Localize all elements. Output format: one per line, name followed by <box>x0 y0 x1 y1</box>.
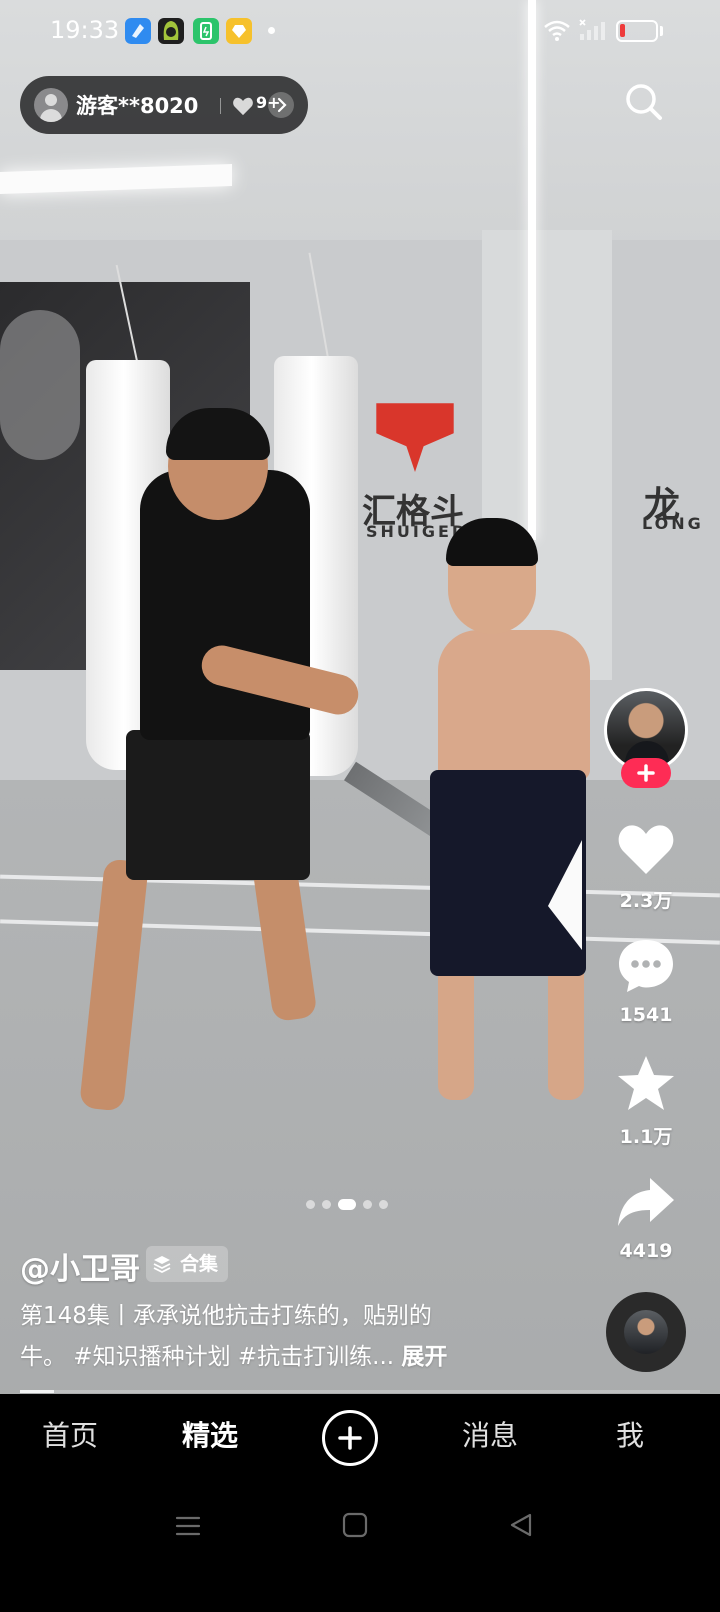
tab-messages[interactable]: 消息 <box>420 1414 560 1454</box>
kid-body <box>438 630 590 780</box>
layers-icon <box>153 1256 171 1274</box>
home-square-icon[interactable] <box>342 1512 368 1538</box>
collection-label: 合集 <box>180 1253 219 1275</box>
battery-level <box>620 24 626 37</box>
menu-icon[interactable] <box>174 1514 202 1538</box>
pager-dot <box>322 1199 331 1209</box>
back-triangle-icon[interactable] <box>508 1512 534 1538</box>
pager-dot <box>363 1199 372 1209</box>
tab-home[interactable]: 首页 <box>0 1414 140 1454</box>
tab-me[interactable]: 我 <box>560 1414 700 1454</box>
chevron-right-icon[interactable] <box>268 92 294 118</box>
app-blue-icon <box>125 18 151 44</box>
post-button[interactable] <box>322 1410 378 1466</box>
caption-line-1: 第148集丨承承说他抗击打练的，贴别的 <box>20 1303 432 1329</box>
wifi-icon <box>544 20 570 41</box>
light-strip <box>528 0 536 540</box>
plus-circle-icon <box>338 1426 362 1450</box>
status-bar: 19:33 <box>0 0 720 64</box>
video-progress-fill <box>20 1390 54 1393</box>
system-navigation-bar <box>0 1484 720 1612</box>
pager-dot <box>379 1199 388 1209</box>
guest-profile-pill[interactable]: 游客**8020 9+ <box>20 76 308 134</box>
battery-tip <box>660 26 663 36</box>
search-icon[interactable] <box>622 80 664 122</box>
guest-name: 游客**8020 <box>76 94 199 118</box>
like-count: 2.3万 <box>619 890 673 912</box>
like-heart-icon[interactable] <box>614 818 678 882</box>
follow-button[interactable] <box>621 758 671 788</box>
video-caption[interactable]: 第148集丨承承说他抗击打练的，贴别的 牛。 #知识播种计划 #抗击打训练...… <box>20 1296 580 1378</box>
coach-shorts <box>126 730 310 880</box>
pager-dot-active <box>338 1198 356 1210</box>
comment-count: 1541 <box>619 1004 673 1026</box>
avatar-icon <box>34 88 68 122</box>
poster-face <box>0 310 80 460</box>
author-name[interactable]: @小卫哥 <box>20 1244 140 1288</box>
battery-icon <box>616 20 658 42</box>
tab-featured[interactable]: 精选 <box>140 1414 280 1454</box>
video-progress-bar[interactable] <box>20 1390 700 1393</box>
share-count: 4419 <box>619 1240 673 1262</box>
kid-leg <box>438 960 474 1100</box>
image-pager <box>306 1198 388 1210</box>
expand-link[interactable]: 展开 <box>401 1344 447 1370</box>
signal-icon <box>579 19 605 40</box>
plus-icon <box>637 764 655 782</box>
music-disc-cover <box>624 1310 668 1354</box>
pager-dot <box>306 1199 315 1209</box>
app-yellow-heart-icon <box>226 18 252 44</box>
app-green-icon <box>193 18 219 44</box>
heart-icon <box>233 97 253 116</box>
pill-divider <box>220 98 221 114</box>
kid-leg <box>548 960 584 1100</box>
favorite-star-icon[interactable] <box>614 1052 678 1116</box>
status-time: 19:33 <box>50 16 120 44</box>
favorite-count: 1.1万 <box>619 1126 673 1148</box>
wall-sign-2-sub: LONG <box>642 514 704 533</box>
share-arrow-icon[interactable] <box>614 1170 678 1234</box>
comment-bubble-icon[interactable] <box>614 934 678 998</box>
dot-icon <box>268 27 275 34</box>
kid-shorts <box>430 770 586 976</box>
caption-line-2: 牛。 #知识播种计划 #抗击打训练... <box>20 1344 395 1370</box>
app-dark-hood-icon <box>158 18 184 44</box>
